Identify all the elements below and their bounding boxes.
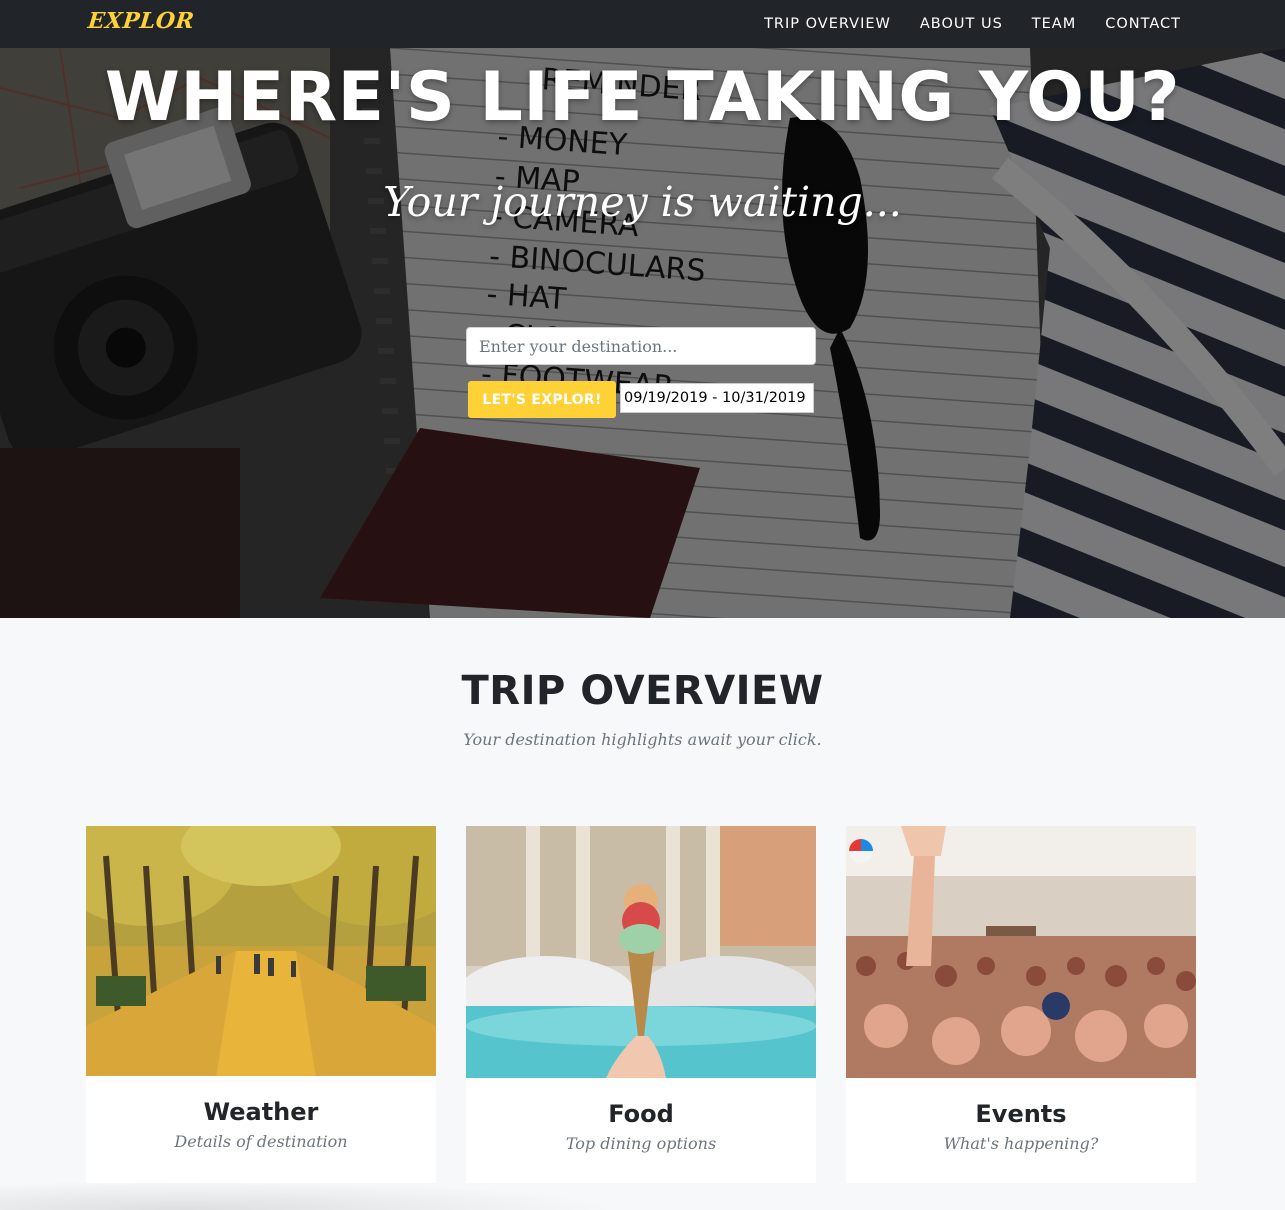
explore-button[interactable]: LET'S EXPLOR!	[468, 381, 616, 418]
section-subtitle: Your destination highlights await your c…	[463, 730, 822, 749]
hero-section: REMINDER - MONEY - MAP - CAMERA - BINOCU…	[0, 48, 1285, 618]
weather-image	[86, 826, 436, 1076]
brand-logo[interactable]: EXPLOR	[87, 8, 196, 34]
destination-input[interactable]	[466, 327, 816, 365]
nav-link-about-us[interactable]: ABOUT US	[920, 16, 1003, 32]
nav-link-trip-overview[interactable]: TRIP OVERVIEW	[764, 16, 891, 32]
food-card-text: Top dining options	[565, 1134, 717, 1153]
weather-card-text: Details of destination	[174, 1132, 348, 1151]
food-card[interactable]: Food Top dining options	[466, 826, 816, 1183]
bottom-shadow	[0, 1180, 620, 1210]
date-range-input[interactable]	[620, 383, 814, 413]
hero-subtitle: Your journey is waiting...	[383, 178, 902, 226]
events-card-title: Events	[975, 1100, 1067, 1128]
nav-link-contact[interactable]: CONTACT	[1105, 16, 1181, 32]
events-card[interactable]: Events What's happening?	[846, 826, 1196, 1183]
food-card-title: Food	[608, 1100, 674, 1128]
weather-card[interactable]: Weather Details of destination	[86, 826, 436, 1183]
weather-card-title: Weather	[203, 1098, 319, 1126]
nav-link-team[interactable]: TEAM	[1032, 16, 1076, 32]
section-title: TRIP OVERVIEW	[461, 668, 824, 714]
hero-title: WHERE'S LIFE TAKING YOU?	[104, 58, 1181, 137]
nav-links: TRIP OVERVIEW ABOUT US TEAM CONTACT	[764, 0, 1181, 48]
events-image	[846, 826, 1196, 1078]
navbar: EXPLOR TRIP OVERVIEW ABOUT US TEAM CONTA…	[0, 0, 1285, 48]
food-image	[466, 826, 816, 1078]
events-card-text: What's happening?	[943, 1134, 1099, 1153]
